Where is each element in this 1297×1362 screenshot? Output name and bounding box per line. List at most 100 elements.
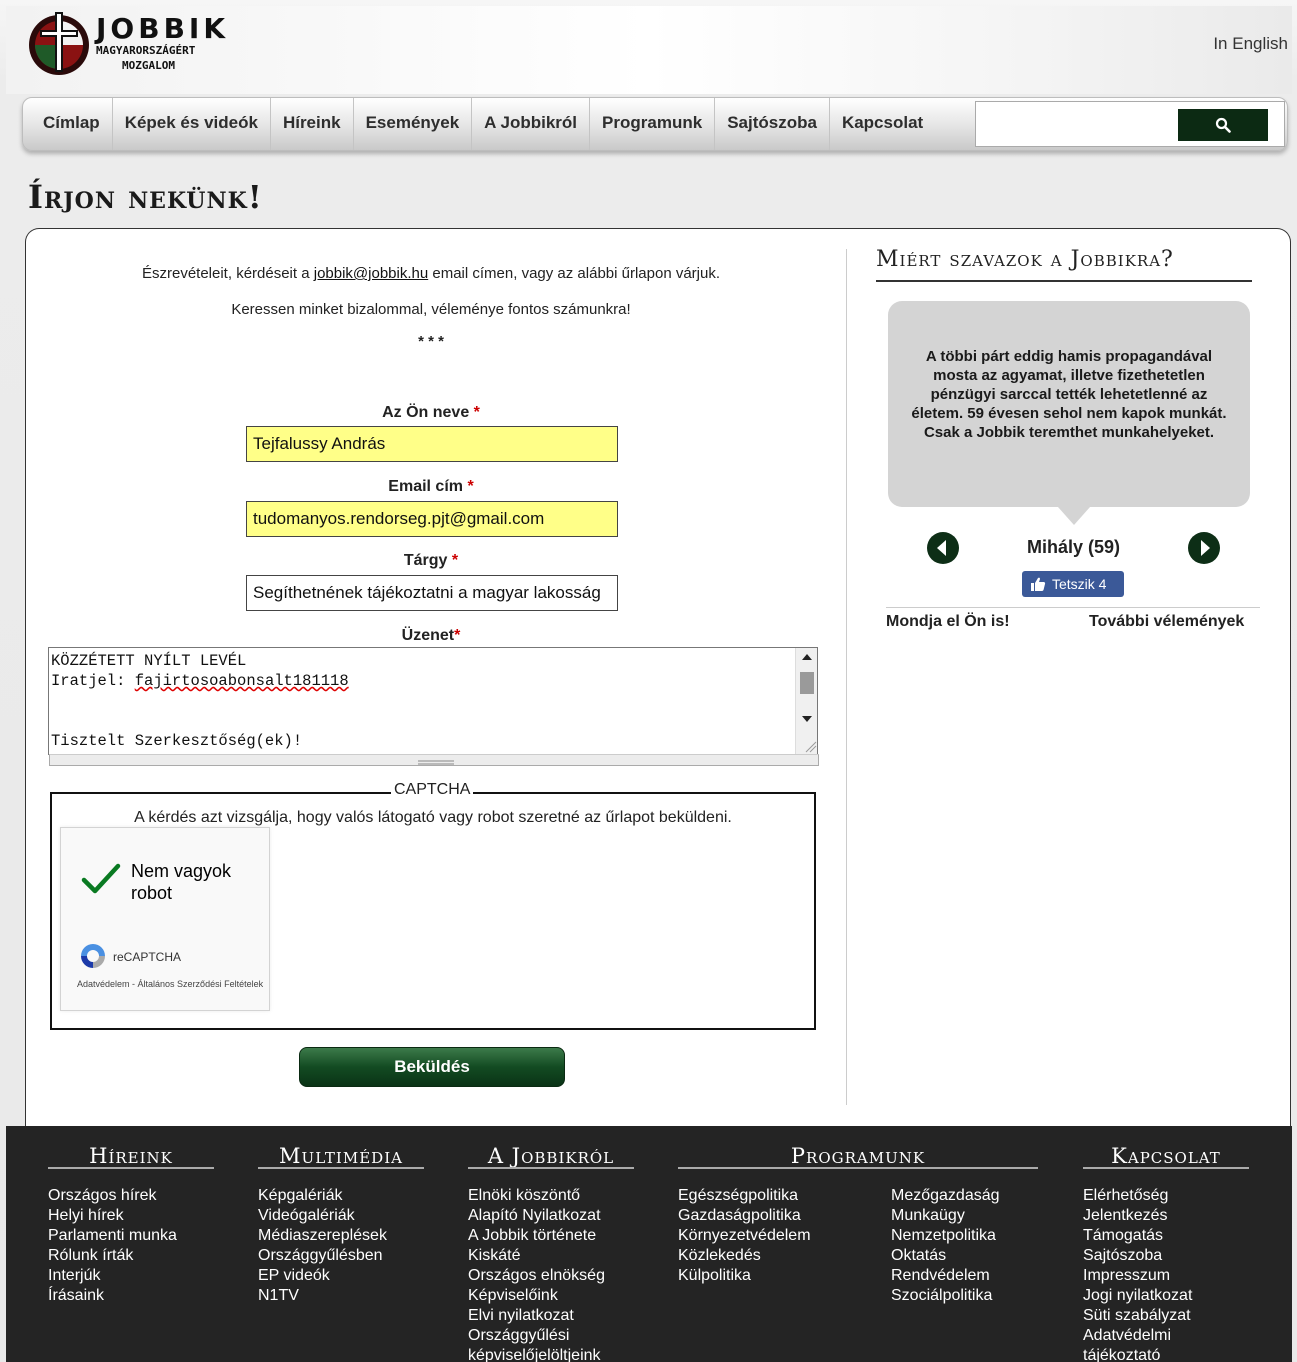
nav-item-hireink[interactable]: Híreink: [271, 98, 354, 150]
nav-item-kepek-es-videok[interactable]: Képek és videók: [113, 98, 271, 150]
footer-link[interactable]: Rólunk írták: [48, 1246, 177, 1266]
footer-link[interactable]: Országos hírek: [48, 1186, 177, 1206]
recaptcha-logo-icon: [81, 944, 105, 968]
submit-button[interactable]: Beküldés: [299, 1047, 565, 1087]
footer-link[interactable]: Süti szabályzat: [1083, 1306, 1192, 1326]
footer-link[interactable]: képviselőjelöltjeink: [468, 1346, 605, 1362]
footer-link[interactable]: Adatvédelmi: [1083, 1326, 1192, 1346]
footer-link[interactable]: Elnöki köszöntő: [468, 1186, 605, 1206]
footer-link[interactable]: Írásaink: [48, 1286, 177, 1306]
search-button[interactable]: [1178, 109, 1268, 141]
arrow-left-icon: [937, 540, 946, 556]
footer-link[interactable]: Videógalériák: [258, 1206, 387, 1226]
message-line-2-label: Iratjel:: [51, 672, 135, 690]
footer-link[interactable]: Sajtószoba: [1083, 1246, 1192, 1266]
footer-link[interactable]: Munkaügy: [891, 1206, 1000, 1226]
subject-field[interactable]: Segíthetnének tájékoztatni a magyar lako…: [246, 575, 618, 611]
footer-link[interactable]: Országgyűlésben: [258, 1246, 387, 1266]
footer-list-multimedia: Képgalériák Videógalériák Médiaszereplés…: [258, 1186, 387, 1306]
email-field[interactable]: tudomanyos.rendorseg.pjt@gmail.com: [246, 501, 618, 537]
grip-icon: [418, 760, 454, 765]
footer-title-hireink: Híreink: [89, 1144, 173, 1168]
footer-link[interactable]: Jogi nyilatkozat: [1083, 1286, 1192, 1306]
tell-us-link[interactable]: Mondja el Ön is!: [886, 613, 1010, 631]
footer-link[interactable]: Médiaszereplések: [258, 1226, 387, 1246]
footer-link[interactable]: A Jobbik története: [468, 1226, 605, 1246]
message-textarea[interactable]: KÖZZÉTETT NYÍLT LEVÉL Iratjel: fajirtoso…: [48, 647, 819, 766]
footer-link[interactable]: N1TV: [258, 1286, 387, 1306]
like-button[interactable]: Tetszik 4: [1022, 571, 1124, 597]
required-mark: *: [451, 552, 459, 569]
footer-link[interactable]: Elérhetőség: [1083, 1186, 1192, 1206]
more-opinions-link[interactable]: További vélemények: [1089, 613, 1244, 631]
name-field[interactable]: Tejfalussy András: [246, 426, 618, 462]
footer-link[interactable]: Szociálpolitika: [891, 1286, 1000, 1306]
footer-title-programunk: Programunk: [790, 1144, 926, 1168]
footer-link[interactable]: Egészségpolitika: [678, 1186, 811, 1206]
footer-link[interactable]: Képviselőink: [468, 1286, 605, 1306]
footer-link[interactable]: EP videók: [258, 1266, 387, 1286]
sidebar-divider: [886, 607, 1260, 608]
nav-item-kapcsolat[interactable]: Kapcsolat: [830, 98, 935, 150]
footer-link[interactable]: Oktatás: [891, 1246, 1000, 1266]
footer-list-programunk-left: Egészségpolitika Gazdaságpolitika Környe…: [678, 1186, 811, 1286]
footer-link[interactable]: Rendvédelem: [891, 1266, 1000, 1286]
footer-line: [1083, 1167, 1249, 1169]
recaptcha-label: Nem vagyok robot: [131, 861, 232, 903]
footer-title-jobbikrol: A Jobbikról: [487, 1144, 615, 1168]
footer-line: [48, 1167, 214, 1169]
nav-items: Címlap Képek és videók Híreink Események…: [31, 98, 935, 150]
logo-title: JOBBIK: [96, 12, 230, 45]
footer-link[interactable]: Gazdaságpolitika: [678, 1206, 811, 1226]
message-resize-grip[interactable]: [49, 754, 819, 766]
testimonial-prev-button[interactable]: [927, 532, 959, 564]
footer-link[interactable]: Képgalériák: [258, 1186, 387, 1206]
nav-item-programunk[interactable]: Programunk: [590, 98, 716, 150]
recaptcha-terms-link[interactable]: Adatvédelem - Általános Szerződési Felté…: [77, 978, 267, 990]
footer-link[interactable]: Mezőgazdaság: [891, 1186, 1000, 1206]
captcha-legend: CAPTCHA: [391, 781, 474, 799]
language-link[interactable]: In English: [1213, 34, 1288, 54]
footer-link[interactable]: Támogatás: [1083, 1226, 1192, 1246]
site-logo[interactable]: JOBBIK MAGYARORSZÁGÉRT MOZGALOM: [26, 8, 226, 80]
testimonial-next-button[interactable]: [1188, 532, 1220, 564]
email-link[interactable]: jobbik@jobbik.hu: [314, 265, 428, 282]
footer-link[interactable]: tájékoztató: [1083, 1346, 1192, 1362]
captcha-question: A kérdés azt vizsgálja, hogy valós látog…: [134, 809, 732, 826]
footer-link[interactable]: Interjúk: [48, 1266, 177, 1286]
footer-link[interactable]: Elvi nyilatkozat: [468, 1306, 605, 1326]
nav-item-sajtoszoba[interactable]: Sajtószoba: [715, 98, 830, 150]
testimonial-author: Mihály (59): [1026, 537, 1121, 557]
footer-line: [468, 1167, 634, 1169]
nav-item-cimlap[interactable]: Címlap: [31, 98, 113, 150]
footer-link[interactable]: Közlekedés: [678, 1246, 811, 1266]
footer-link[interactable]: Külpolitika: [678, 1266, 811, 1286]
arrow-right-icon: [1201, 540, 1210, 556]
recaptcha-brand: reCAPTCHA: [113, 950, 182, 964]
footer-link[interactable]: Impresszum: [1083, 1266, 1192, 1286]
checkmark-icon[interactable]: [81, 862, 121, 896]
required-mark: *: [454, 627, 461, 644]
footer-link[interactable]: Kiskáté: [468, 1246, 605, 1266]
required-mark: *: [467, 478, 474, 495]
nav-item-esemenyek[interactable]: Események: [354, 98, 473, 150]
name-label: Az Ön neve *: [206, 404, 656, 422]
footer-link[interactable]: Alapító Nyilatkozat: [468, 1206, 605, 1226]
message-scrollbar[interactable]: [795, 648, 817, 754]
sidebar-title-underline: [876, 280, 1252, 282]
footer-link[interactable]: Jelentkezés: [1083, 1206, 1192, 1226]
footer-link[interactable]: Nemzetpolitika: [891, 1226, 1000, 1246]
footer-link[interactable]: Helyi hírek: [48, 1206, 177, 1226]
name-label-text: Az Ön neve: [382, 404, 470, 421]
search-input[interactable]: [976, 102, 1176, 146]
logo-subtitle: MAGYARORSZÁGÉRT: [96, 44, 196, 57]
footer-link[interactable]: Országgyűlési: [468, 1326, 605, 1346]
like-label: Tetszik 4: [1052, 576, 1107, 592]
nav-item-a-jobbikrol[interactable]: A Jobbikról: [472, 98, 591, 150]
page-title: Írjon nekünk!: [28, 178, 263, 216]
footer-link[interactable]: Országos elnökség: [468, 1266, 605, 1286]
footer-link[interactable]: Parlamenti munka: [48, 1226, 177, 1246]
footer-link[interactable]: Környezetvédelem: [678, 1226, 811, 1246]
message-line-2-value: fajirtosoabonsalt181118: [134, 672, 349, 690]
recaptcha-widget[interactable]: Nem vagyok robot reCAPTCHA Adatvédelem -…: [60, 827, 270, 1011]
